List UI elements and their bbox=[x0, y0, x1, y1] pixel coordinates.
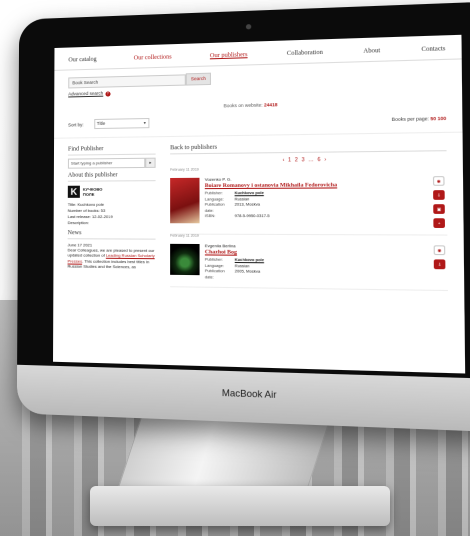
nav-contacts[interactable]: Contacts bbox=[421, 46, 445, 53]
book-item: February 11 2019 Evgeniia Berlina Chazho… bbox=[170, 235, 448, 291]
book-date: February 11 2019 bbox=[170, 234, 199, 238]
sidebar: Find Publisher Start typing a publisher … bbox=[53, 137, 164, 287]
field-value: 2005, Moskva bbox=[235, 269, 261, 281]
publisher-logo: K КУЧКОВО ПОЛЕ bbox=[68, 185, 156, 198]
news-title: News bbox=[68, 230, 156, 240]
publisher-search-input[interactable]: Start typing a publisher bbox=[68, 158, 145, 169]
book-cover[interactable] bbox=[170, 244, 199, 275]
monitor-stand-base bbox=[90, 486, 390, 526]
book-item: February 11 2019 Vozenko P. G. Boiare Ro… bbox=[170, 166, 447, 235]
per-page-options[interactable]: 50 100 bbox=[430, 115, 446, 121]
back-to-publishers-link[interactable]: Back to publishers bbox=[170, 142, 446, 155]
nav-our-catalog[interactable]: Our catalog bbox=[68, 57, 96, 64]
book-field-row: Publication date: 2005, Moskva bbox=[205, 269, 428, 283]
publisher-search-button[interactable]: ▸ bbox=[145, 158, 155, 168]
book-field-row: ISBN: 978-5-9950-0317-5 bbox=[205, 214, 428, 220]
field-key: Publication date: bbox=[205, 269, 235, 281]
per-page-label: Books per page: bbox=[392, 115, 429, 121]
book-cover[interactable] bbox=[170, 178, 199, 223]
plus-icon[interactable]: + bbox=[433, 218, 445, 228]
pagination[interactable]: ‹ 1 2 3 … 6 › bbox=[170, 156, 446, 165]
download-icon[interactable]: ⇩ bbox=[434, 259, 446, 269]
book-info: Evgeniia Berlina Chazhoi Bog Publisher: K… bbox=[205, 243, 428, 283]
nav-our-publishers[interactable]: Our publishers bbox=[210, 52, 248, 59]
download-icon[interactable]: ⇩ bbox=[433, 190, 445, 200]
field-value: 2013, Moskva bbox=[235, 202, 260, 214]
books-count-label: Books on website: bbox=[224, 102, 263, 108]
eye-icon[interactable]: ◉ bbox=[433, 176, 445, 186]
sort-label: Sort by: bbox=[68, 122, 84, 127]
per-page-control: Books per page: 50 100 bbox=[392, 115, 447, 121]
eye-icon[interactable]: ◉ bbox=[434, 245, 446, 255]
publisher-logo-mark: K bbox=[68, 186, 80, 198]
nav-our-collections[interactable]: Our collections bbox=[134, 54, 172, 61]
sort-select[interactable]: Title bbox=[94, 118, 149, 129]
content-columns: Find Publisher Start typing a publisher … bbox=[53, 133, 464, 292]
field-key: ISBN: bbox=[205, 214, 235, 220]
nav-about[interactable]: About bbox=[363, 48, 380, 55]
news-item: June 17 2021 Dear Colleagues, we are ple… bbox=[67, 242, 155, 269]
browser-screen: Our catalog Our collections Our publishe… bbox=[53, 35, 465, 374]
books-count-value: 24418 bbox=[264, 102, 278, 107]
publisher-logo-text: КУЧКОВО ПОЛЕ bbox=[83, 187, 103, 197]
device-label: MacBook Air bbox=[17, 381, 470, 408]
publisher-search: Start typing a publisher ▸ bbox=[68, 158, 156, 169]
advanced-search-label[interactable]: Advanced search bbox=[68, 91, 103, 97]
book-title-link[interactable]: Boiare Romanovy i ostanovia Mikhaila Fed… bbox=[205, 182, 428, 190]
book-field-row: Publication date: 2013, Moskva bbox=[205, 202, 428, 214]
laptop-bezel: Our catalog Our collections Our publishe… bbox=[17, 1, 470, 432]
book-info: Vozenko P. G. Boiare Romanovy i ostanovi… bbox=[205, 175, 428, 228]
book-date: February 11 2019 bbox=[170, 167, 199, 171]
book-title-link[interactable]: Chazhoi Bog bbox=[205, 249, 428, 257]
search-button[interactable]: Search bbox=[186, 73, 211, 86]
find-publisher-title: Find Publisher bbox=[68, 145, 156, 155]
help-icon[interactable]: ? bbox=[105, 91, 110, 96]
about-publisher-title: About this publisher bbox=[68, 172, 156, 182]
field-key: Publication date: bbox=[205, 203, 235, 214]
book-actions: ◉ ⇩ ▣ + bbox=[433, 176, 447, 228]
publisher-description: Description: bbox=[68, 220, 156, 226]
field-value: 978-5-9950-0317-5 bbox=[235, 214, 270, 220]
nav-collaboration[interactable]: Collaboration bbox=[287, 50, 323, 57]
logo-text-line-2: ПОЛЕ bbox=[83, 192, 103, 197]
book-actions: ◉ ⇩ bbox=[434, 245, 448, 283]
cart-icon[interactable]: ▣ bbox=[433, 204, 445, 214]
main-content: Back to publishers ‹ 1 2 3 … 6 › Februar… bbox=[164, 133, 464, 292]
publisher-meta: Title: Kuchkovo pole Number of books: 53… bbox=[68, 202, 156, 227]
camera-icon bbox=[246, 24, 251, 29]
